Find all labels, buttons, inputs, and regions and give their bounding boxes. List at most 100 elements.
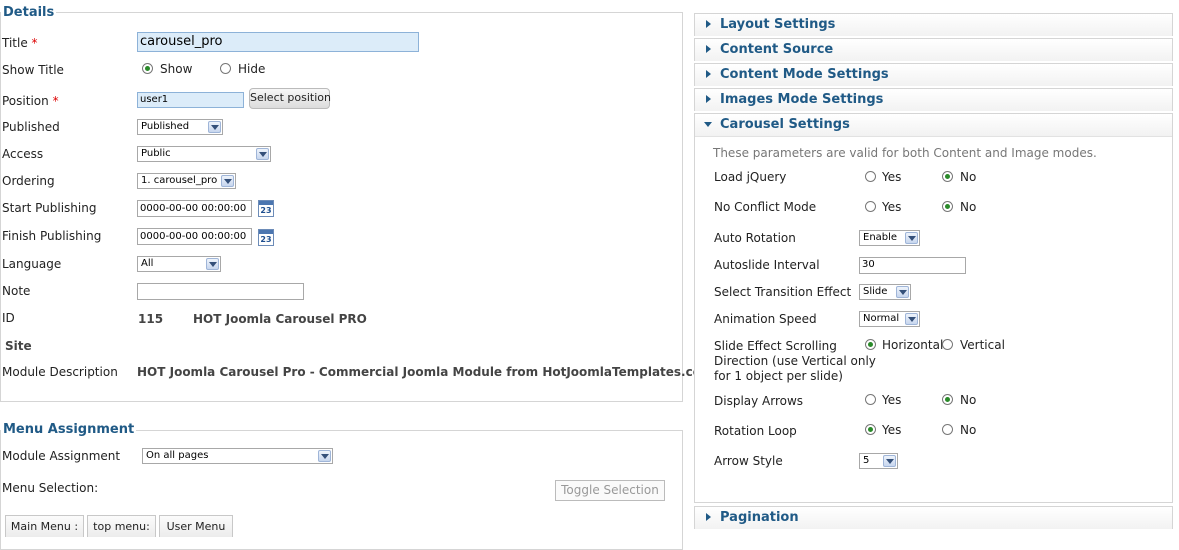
- title-input[interactable]: carousel_pro: [137, 32, 419, 52]
- chevron-down-icon: [896, 286, 909, 298]
- triangle-right-icon: [706, 95, 711, 103]
- published-value: Published: [141, 121, 190, 132]
- panel-header[interactable]: Content Mode Settings: [695, 64, 1172, 86]
- access-select[interactable]: Public: [137, 146, 271, 162]
- show-title-hide-radio[interactable]: [220, 63, 231, 74]
- language-select[interactable]: All: [137, 256, 221, 272]
- finish-publishing-input[interactable]: 0000-00-00 00:00:00: [137, 228, 252, 245]
- panel-header[interactable]: Layout Settings: [695, 14, 1172, 36]
- panel-content-mode-settings[interactable]: Content Mode Settings: [694, 63, 1173, 86]
- display-arrows-no-radio[interactable]: [942, 394, 953, 405]
- show-title-hide-label: Hide: [238, 62, 266, 76]
- auto-rotation-value: Enable: [863, 232, 898, 243]
- module-assignment-select[interactable]: On all pages: [142, 448, 333, 464]
- auto-rotation-label: Auto Rotation: [714, 231, 796, 245]
- load-jquery-label: Load jQuery: [714, 170, 787, 184]
- note-label: Note: [2, 284, 31, 298]
- rotation-loop-yes-radio[interactable]: [865, 424, 876, 435]
- toggle-selection-button[interactable]: Toggle Selection: [555, 480, 665, 501]
- required-mark: *: [52, 94, 59, 108]
- display-arrows-yes-radio[interactable]: [865, 394, 876, 405]
- load-jquery-yes-label: Yes: [882, 170, 902, 184]
- module-description-label: Module Description: [2, 365, 118, 379]
- triangle-right-icon: [706, 45, 711, 53]
- chevron-down-icon: [208, 121, 221, 133]
- panel-header[interactable]: Pagination: [695, 507, 1172, 529]
- start-publishing-input[interactable]: 0000-00-00 00:00:00: [137, 200, 252, 217]
- triangle-right-icon: [706, 513, 711, 521]
- panel-title: Content Mode Settings: [720, 67, 889, 82]
- panel-title: Pagination: [720, 510, 799, 525]
- panel-title: Images Mode Settings: [720, 92, 884, 107]
- panel-layout-settings[interactable]: Layout Settings: [694, 13, 1173, 36]
- arrow-style-select[interactable]: 5: [859, 453, 898, 469]
- no-conflict-no-label: No: [960, 200, 977, 214]
- panel-images-mode-settings[interactable]: Images Mode Settings: [694, 88, 1173, 111]
- published-label: Published: [2, 120, 60, 134]
- autoslide-interval-input[interactable]: 30: [859, 257, 966, 274]
- calendar-icon[interactable]: 23: [258, 229, 274, 246]
- no-conflict-yes-label: Yes: [882, 200, 902, 214]
- module-assignment-label: Module Assignment: [2, 449, 121, 463]
- panel-header[interactable]: Carousel Settings: [695, 114, 1172, 137]
- no-conflict-yes-radio[interactable]: [865, 201, 876, 212]
- title-label: Title *: [2, 35, 38, 51]
- transition-effect-label: Select Transition Effect: [714, 285, 852, 299]
- no-conflict-no-radio[interactable]: [942, 201, 953, 212]
- position-input[interactable]: user1: [137, 92, 244, 108]
- panel-header[interactable]: Images Mode Settings: [695, 89, 1172, 111]
- details-legend: Details: [1, 5, 57, 21]
- arrow-style-label: Arrow Style: [714, 454, 783, 468]
- id-label: ID: [2, 311, 15, 325]
- auto-rotation-select[interactable]: Enable: [859, 230, 920, 246]
- access-value: Public: [141, 148, 171, 159]
- transition-effect-select[interactable]: Slide: [859, 284, 911, 300]
- tab-user-menu[interactable]: User Menu: [159, 515, 233, 537]
- show-title-label: Show Title: [2, 63, 64, 77]
- rotation-loop-label: Rotation Loop: [714, 424, 797, 438]
- start-publishing-label: Start Publishing: [2, 201, 97, 215]
- panel-pagination[interactable]: Pagination: [694, 506, 1173, 529]
- site-label: Site: [5, 339, 32, 353]
- ordering-label: Ordering: [2, 174, 55, 188]
- autoslide-interval-label: Autoslide Interval: [714, 258, 820, 272]
- menu-assignment-legend: Menu Assignment: [1, 422, 137, 438]
- scrolling-direction-label-line-2: Direction (use Vertical only: [714, 354, 876, 368]
- rotation-loop-no-radio[interactable]: [942, 424, 953, 435]
- scrolling-horizontal-radio[interactable]: [865, 339, 876, 350]
- load-jquery-yes-radio[interactable]: [865, 171, 876, 182]
- chevron-down-icon: [905, 232, 918, 244]
- calendar-icon[interactable]: 23: [258, 200, 274, 217]
- calendar-icon-number: 23: [260, 206, 272, 215]
- arrow-style-value: 5: [863, 455, 870, 466]
- triangle-right-icon: [706, 70, 711, 78]
- published-select[interactable]: Published: [137, 119, 223, 135]
- module-description-value: HOT Joomla Carousel Pro - Commercial Joo…: [137, 365, 714, 379]
- display-arrows-label: Display Arrows: [714, 394, 804, 408]
- tab-top-menu[interactable]: top menu:: [87, 515, 156, 537]
- panel-content-source[interactable]: Content Source: [694, 38, 1173, 61]
- chevron-down-icon: [905, 313, 918, 325]
- rotation-loop-no-label: No: [960, 423, 977, 437]
- scrolling-vertical-radio[interactable]: [942, 339, 953, 350]
- panel-header[interactable]: Content Source: [695, 39, 1172, 61]
- transition-effect-value: Slide: [863, 286, 888, 297]
- chevron-down-icon: [318, 450, 331, 462]
- select-position-button[interactable]: Select position: [249, 88, 331, 109]
- ordering-value: 1. carousel_pro: [141, 175, 218, 186]
- chevron-down-icon: [221, 175, 234, 187]
- tab-main-menu[interactable]: Main Menu :: [5, 515, 84, 537]
- animation-speed-select[interactable]: Normal: [859, 311, 920, 327]
- show-title-show-radio[interactable]: [142, 63, 153, 74]
- required-mark: *: [31, 36, 38, 50]
- ordering-select[interactable]: 1. carousel_pro: [137, 173, 236, 189]
- load-jquery-no-radio[interactable]: [942, 171, 953, 182]
- chevron-down-icon: [206, 258, 219, 270]
- id-module-name: HOT Joomla Carousel PRO: [193, 312, 367, 326]
- position-label: Position *: [2, 93, 59, 109]
- language-value: All: [141, 258, 154, 269]
- panel-title: Carousel Settings: [720, 117, 850, 132]
- menu-selection-label: Menu Selection:: [2, 481, 99, 495]
- note-input[interactable]: [137, 283, 304, 300]
- language-label: Language: [2, 257, 62, 271]
